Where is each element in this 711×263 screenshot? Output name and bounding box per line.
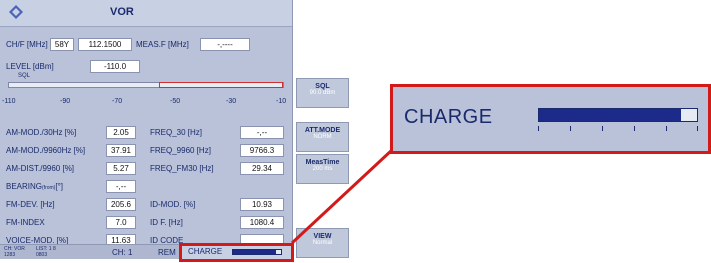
- level-tick: -30: [226, 98, 237, 105]
- page-title: VOR: [110, 6, 134, 18]
- channel-label: CH: 1: [112, 248, 133, 257]
- param-label: FREQ_FM30 [Hz]: [150, 164, 214, 173]
- param-label: FM-DEV. [Hz]: [6, 200, 55, 209]
- param-label: AM-MOD./30Hz [%]: [6, 128, 77, 137]
- param-label: ID-MOD. [%]: [150, 200, 196, 209]
- param-label: FREQ_30 [Hz]: [150, 128, 203, 137]
- param-value: 2.05: [106, 126, 136, 139]
- param-value: 29.34: [240, 162, 284, 175]
- chf-channel-field[interactable]: 58Y: [50, 38, 74, 51]
- level-bar: [8, 82, 284, 88]
- measf-value: -,----: [200, 38, 250, 51]
- att-mode-softkey[interactable]: ATT.MODE NORM: [296, 122, 349, 152]
- level-bar-range: [159, 82, 283, 88]
- param-value: 5.27: [106, 162, 136, 175]
- param-value: 9766.3: [240, 144, 284, 157]
- list-info-sub: 0803: [36, 252, 48, 258]
- level-tick: -110: [2, 98, 16, 105]
- param-label: AM-DIST./9960 [%]: [6, 164, 75, 173]
- param-label: ID F. [Hz]: [150, 218, 183, 227]
- level-tick: -90: [60, 98, 71, 105]
- level-value: -110.0: [90, 60, 140, 73]
- level-tick: -50: [170, 98, 181, 105]
- param-label: FM-INDEX: [6, 218, 45, 227]
- param-value: 1080.4: [240, 216, 284, 229]
- param-value: 37.91: [106, 144, 136, 157]
- sql-softkey[interactable]: SQL 90.0 dBm: [296, 78, 349, 108]
- param-value: -,--: [106, 180, 136, 193]
- measf-label: MEAS.F [MHz]: [136, 40, 189, 49]
- instrument-screen: VOR CH/F [MHz] 58Y 112.1500 MEAS.F [MHz]…: [0, 0, 293, 259]
- param-value: -,--: [240, 126, 284, 139]
- level-tick: -10: [276, 98, 287, 105]
- param-label: FREQ_9960 [Hz]: [150, 146, 211, 155]
- param-label: BEARING(from)[°]: [6, 182, 64, 191]
- highlight-box: [179, 243, 294, 262]
- param-value: 10.93: [240, 198, 284, 211]
- sql-marker-label: SQL: [18, 73, 31, 79]
- title-bar: VOR: [0, 0, 292, 27]
- chf-label: CH/F [MHz]: [6, 40, 48, 49]
- level-tick: -70: [112, 98, 123, 105]
- chf-frequency-field[interactable]: 112.1500: [78, 38, 132, 51]
- zoom-highlight-box: [390, 84, 711, 154]
- param-label: AM-MOD./9960Hz [%]: [6, 146, 86, 155]
- channel-info-sub: 1283: [4, 252, 16, 258]
- meas-time-softkey[interactable]: MeasTime 200 ms: [296, 154, 349, 184]
- view-softkey[interactable]: VIEW Normal: [296, 228, 349, 258]
- level-label: LEVEL [dBm]: [6, 62, 54, 71]
- param-value: 7.0: [106, 216, 136, 229]
- remote-label: REM: [158, 248, 176, 257]
- param-value: 205.6: [106, 198, 136, 211]
- rohde-schwarz-logo-icon: [9, 5, 23, 19]
